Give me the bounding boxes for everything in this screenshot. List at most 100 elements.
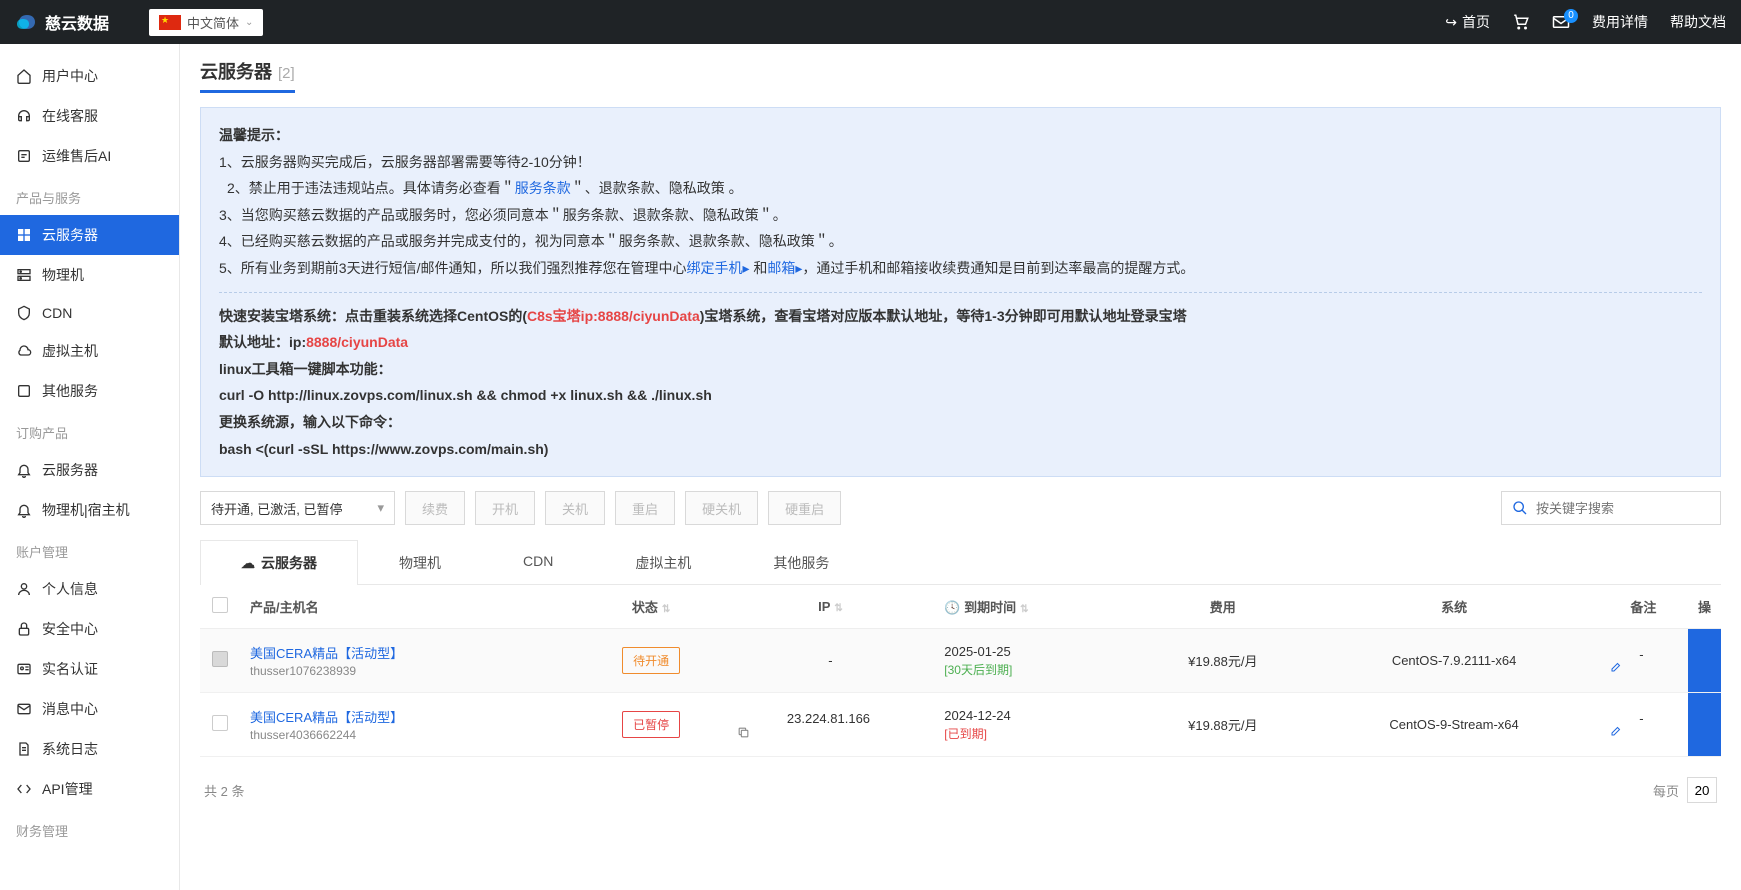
- per-page-input[interactable]: [1687, 777, 1717, 803]
- sidebar-label: 在线客服: [42, 106, 98, 126]
- page-title: 云服务器 [2]: [200, 58, 295, 93]
- log-icon: [16, 741, 32, 757]
- notice-default-addr: 默认地址：ip:8888/ciyunData: [219, 329, 1702, 356]
- sidebar-item-cdn[interactable]: CDN: [0, 295, 179, 331]
- sidebar-label: 物理机|宿主机: [42, 500, 130, 520]
- sidebar-item-api[interactable]: API管理: [0, 769, 179, 809]
- sidebar-item-user-center[interactable]: 用户中心: [0, 56, 179, 96]
- box-icon: [16, 383, 32, 399]
- notice-line: 1、云服务器购买完成后，云服务器部署需要等待2-10分钟！: [219, 149, 1702, 176]
- status-filter-select[interactable]: 待开通, 已激活, 已暂停 ▾: [200, 491, 395, 525]
- flag-icon: [159, 15, 181, 30]
- col-action: 操: [1688, 585, 1721, 629]
- stop-button[interactable]: 关机: [545, 491, 605, 525]
- sidebar-item-vhost[interactable]: 虚拟主机: [0, 331, 179, 371]
- expiry-sub: [已到期]: [944, 725, 1126, 742]
- sidebar-item-ai[interactable]: 运维售后AI: [0, 136, 179, 176]
- notice-heading: 温馨提示：: [219, 122, 1702, 149]
- home-label: 首页: [1462, 12, 1490, 32]
- col-status[interactable]: 状态⇅: [575, 585, 726, 629]
- hardrestart-button[interactable]: 硬重启: [768, 491, 841, 525]
- sidebar-item-security[interactable]: 安全中心: [0, 609, 179, 649]
- notice-line: 5、所有业务到期前3天进行短信/邮件通知，所以我们强烈推荐您在管理中心绑定手机▸…: [219, 255, 1702, 282]
- sidebar-item-other[interactable]: 其他服务: [0, 371, 179, 411]
- sidebar-label: 其他服务: [42, 381, 98, 401]
- start-button[interactable]: 开机: [475, 491, 535, 525]
- col-product[interactable]: 产品/主机名: [240, 585, 575, 629]
- ip-cell: -: [727, 629, 935, 693]
- sidebar-label: 个人信息: [42, 579, 98, 599]
- lang-label: 中文简体: [187, 13, 239, 32]
- clock-icon: 🕓: [944, 600, 960, 615]
- grid-icon: [16, 227, 32, 243]
- sidebar-label: 系统日志: [42, 739, 98, 759]
- product-name[interactable]: 美国CERA精品【活动型】: [250, 707, 565, 726]
- bind-mail-link[interactable]: 邮箱: [767, 260, 795, 276]
- action-button[interactable]: [1688, 693, 1721, 757]
- col-ip[interactable]: IP⇅: [727, 585, 935, 629]
- renew-button[interactable]: 续费: [405, 491, 465, 525]
- fee-detail-link[interactable]: 费用详情: [1592, 12, 1648, 32]
- action-button[interactable]: [1688, 629, 1721, 693]
- edit-remark-icon[interactable]: [1609, 726, 1678, 738]
- select-all-checkbox[interactable]: [212, 597, 228, 613]
- sidebar-item-physical[interactable]: 物理机: [0, 255, 179, 295]
- status-tag: 已暂停: [622, 711, 680, 738]
- row-checkbox[interactable]: [212, 651, 228, 667]
- mail-icon: [16, 701, 32, 717]
- lock-icon: [16, 621, 32, 637]
- remark-cell: -: [1599, 693, 1688, 757]
- row-checkbox[interactable]: [212, 715, 228, 731]
- host-name: thusser4036662244: [250, 728, 565, 742]
- sidebar-label: 云服务器: [42, 460, 98, 480]
- sidebar-group-finance: 财务管理: [0, 813, 179, 848]
- sidebar-item-cloud-server[interactable]: 云服务器: [0, 215, 179, 255]
- tab-vhost[interactable]: 虚拟主机: [594, 540, 732, 585]
- cart-icon[interactable]: [1512, 13, 1530, 31]
- tab-cloud-server[interactable]: ☁云服务器: [200, 540, 358, 585]
- expiry-date: 2025-01-25: [944, 644, 1126, 659]
- logo[interactable]: 慈云数据: [15, 10, 109, 34]
- search-input[interactable]: [1536, 501, 1712, 516]
- tab-other[interactable]: 其他服务: [732, 540, 870, 585]
- copy-icon[interactable]: [737, 726, 925, 739]
- sort-icon: ⇅: [834, 603, 842, 614]
- table-footer: 共 2 条 每页: [200, 757, 1721, 823]
- shield-icon: [16, 305, 32, 321]
- chevron-down-icon: ▾: [377, 500, 384, 516]
- edit-remark-icon[interactable]: [1609, 662, 1678, 674]
- restart-button[interactable]: 重启: [615, 491, 675, 525]
- home-link[interactable]: ↪ 首页: [1445, 12, 1490, 32]
- page-title-text: 云服务器: [200, 58, 272, 84]
- search-box[interactable]: [1501, 491, 1721, 525]
- sidebar-item-logs[interactable]: 系统日志: [0, 729, 179, 769]
- topbar: 慈云数据 中文简体 ⌄ ↪ 首页 0 费用详情 帮助文档: [0, 0, 1741, 44]
- sidebar-item-realname[interactable]: 实名认证: [0, 649, 179, 689]
- status-filter-value: 待开通, 已激活, 已暂停: [211, 499, 342, 518]
- notice-line: 4、已经购买慈云数据的产品或服务并完成支付的，视为同意本＂服务条款、退款条款、隐…: [219, 228, 1702, 255]
- tos-link[interactable]: 服务条款: [515, 180, 571, 196]
- product-name[interactable]: 美国CERA精品【活动型】: [250, 643, 565, 662]
- id-icon: [16, 661, 32, 677]
- language-selector[interactable]: 中文简体 ⌄: [149, 9, 263, 36]
- hardstop-button[interactable]: 硬关机: [685, 491, 758, 525]
- mail-icon[interactable]: 0: [1552, 15, 1570, 29]
- bind-phone-link[interactable]: 绑定手机: [686, 260, 742, 276]
- tab-cdn[interactable]: CDN: [482, 540, 594, 585]
- sidebar-item-order-cloud[interactable]: 云服务器: [0, 450, 179, 490]
- sidebar-label: 实名认证: [42, 659, 98, 679]
- col-expiry[interactable]: 🕓 到期时间⇅: [934, 585, 1136, 629]
- sidebar-item-messages[interactable]: 消息中心: [0, 689, 179, 729]
- notice-change-src: 更换系统源，输入以下命令：: [219, 409, 1702, 436]
- sidebar-item-order-physical[interactable]: 物理机|宿主机: [0, 490, 179, 530]
- ai-icon: [16, 148, 32, 164]
- sidebar-item-support[interactable]: 在线客服: [0, 96, 179, 136]
- cloud-icon: ☁: [241, 555, 255, 571]
- sidebar-label: 消息中心: [42, 699, 98, 719]
- sidebar-item-profile[interactable]: 个人信息: [0, 569, 179, 609]
- bell-icon: [16, 502, 32, 518]
- back-arrow-icon: ↪: [1445, 14, 1457, 31]
- sidebar-label: API管理: [42, 779, 93, 799]
- tab-physical[interactable]: 物理机: [358, 540, 482, 585]
- help-doc-link[interactable]: 帮助文档: [1670, 12, 1726, 32]
